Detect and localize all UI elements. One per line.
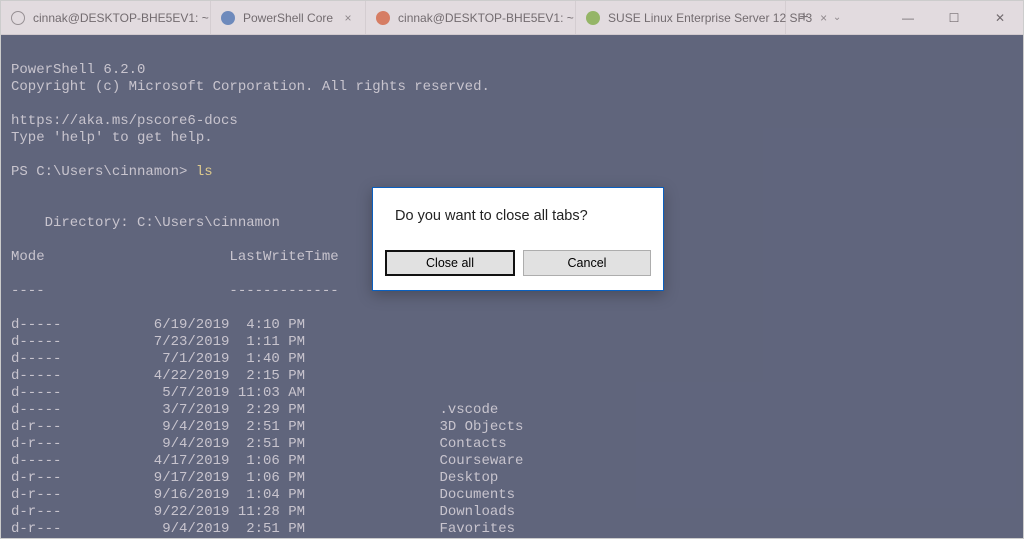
dialog-actions: Close all Cancel [373,250,663,290]
dialog-message: Do you want to close all tabs? [373,188,663,250]
terminal-window: cinnak@DESKTOP-BHE5EV1: ~×PowerShell Cor… [0,0,1024,539]
close-all-button[interactable]: Close all [385,250,515,276]
cancel-button[interactable]: Cancel [523,250,651,276]
close-tabs-dialog: Do you want to close all tabs? Close all… [372,187,664,291]
